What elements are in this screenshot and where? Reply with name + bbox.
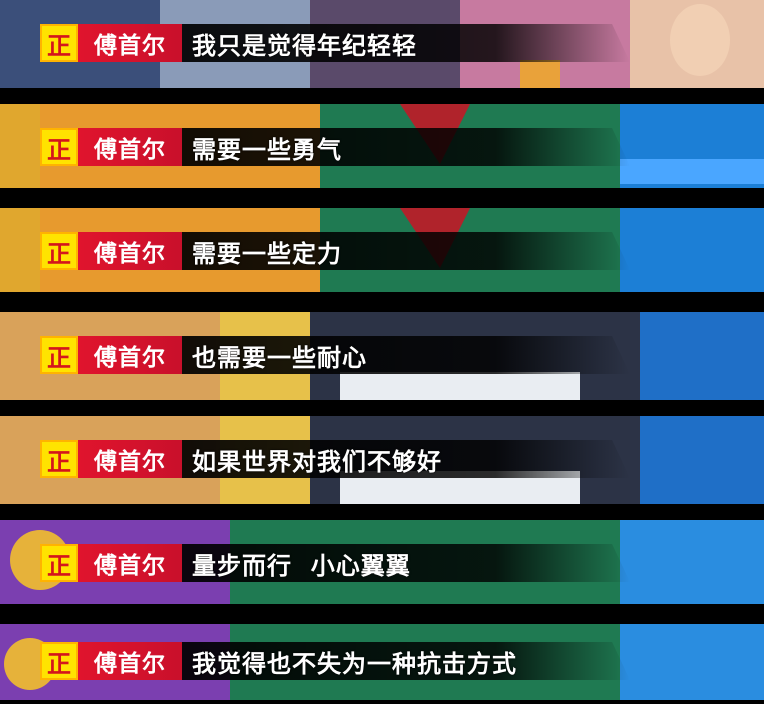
subtitle-line-container: 需要一些勇气 (182, 128, 630, 166)
subtitle-line: 也需要一些耐心 (192, 343, 367, 372)
speaker-name: 傅首尔 (78, 24, 182, 62)
subtitle-line-container: 我觉得也不失为一种抗击方式 (182, 642, 630, 680)
subtitle-line: 我只是觉得年纪轻轻 (192, 31, 417, 60)
subtitle-bar-3: 正 傅首尔 需要一些定力 (40, 232, 630, 270)
zheng-tag: 正 (40, 440, 78, 478)
subtitle-line-container: 我只是觉得年纪轻轻 (182, 24, 630, 62)
subtitle-line-container: 量步而行 小心翼翼 (182, 544, 630, 582)
subtitle-line-container: 也需要一些耐心 (182, 336, 630, 374)
video-frame-1: 正 傅首尔 我只是觉得年纪轻轻 (0, 0, 764, 100)
video-frame-5: 正 傅首尔 如果世界对我们不够好 (0, 416, 764, 516)
subtitle-bar-4: 正 傅首尔 也需要一些耐心 (40, 336, 630, 374)
zheng-tag: 正 (40, 128, 78, 166)
video-frame-3: 正 傅首尔 需要一些定力 (0, 208, 764, 308)
zheng-tag: 正 (40, 336, 78, 374)
speaker-name: 傅首尔 (78, 336, 182, 374)
speaker-name: 傅首尔 (78, 440, 182, 478)
speaker-name: 傅首尔 (78, 232, 182, 270)
subtitle-line: 我觉得也不失为一种抗击方式 (192, 649, 517, 678)
video-frame-4: 正 傅首尔 也需要一些耐心 (0, 312, 764, 412)
subtitle-line: 量步而行 小心翼翼 (192, 551, 411, 580)
subtitle-bar-1: 正 傅首尔 我只是觉得年纪轻轻 (40, 24, 630, 62)
subtitle-line-container: 需要一些定力 (182, 232, 630, 270)
video-frame-2: 正 傅首尔 需要一些勇气 (0, 104, 764, 204)
video-frame-6: 正 傅首尔 量步而行 小心翼翼 (0, 520, 764, 620)
video-frame-7: 正 傅首尔 我觉得也不失为一种抗击方式 (0, 624, 764, 700)
zheng-tag: 正 (40, 24, 78, 62)
zheng-tag: 正 (40, 544, 78, 582)
subtitle-line: 需要一些定力 (192, 239, 342, 268)
speaker-name: 傅首尔 (78, 642, 182, 680)
subtitle-line: 如果世界对我们不够好 (192, 447, 442, 476)
speaker-name: 傅首尔 (78, 128, 182, 166)
subtitle-bar-7: 正 傅首尔 我觉得也不失为一种抗击方式 (40, 642, 630, 680)
zheng-tag: 正 (40, 232, 78, 270)
subtitle-bar-6: 正 傅首尔 量步而行 小心翼翼 (40, 544, 630, 582)
subtitle-line: 需要一些勇气 (192, 135, 342, 164)
subtitle-bar-2: 正 傅首尔 需要一些勇气 (40, 128, 630, 166)
subtitle-collage: 正 傅首尔 我只是觉得年纪轻轻 正 傅首尔 需要一些勇气 正 傅首尔 需要一些定… (0, 0, 764, 700)
subtitle-line-container: 如果世界对我们不够好 (182, 440, 630, 478)
speaker-name: 傅首尔 (78, 544, 182, 582)
zheng-tag: 正 (40, 642, 78, 680)
subtitle-bar-5: 正 傅首尔 如果世界对我们不够好 (40, 440, 630, 478)
